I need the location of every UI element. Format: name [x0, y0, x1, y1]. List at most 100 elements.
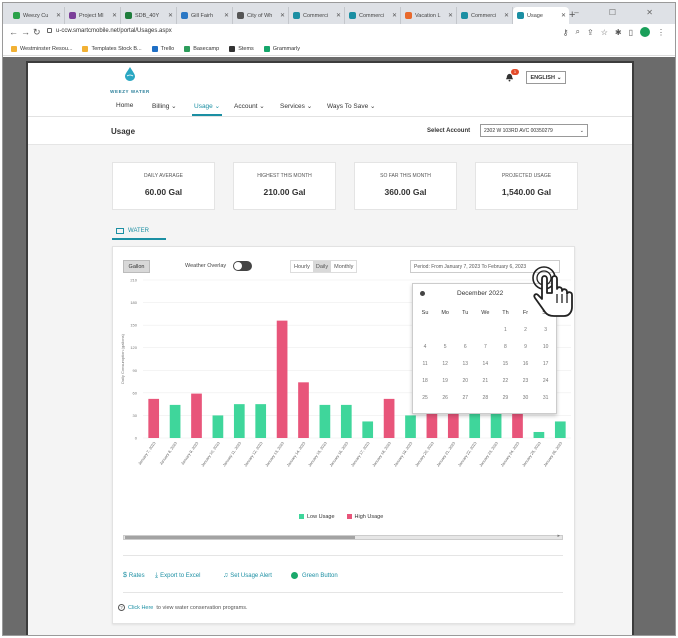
previous-month-icon[interactable] [420, 291, 425, 296]
calendar-day[interactable]: 6 [455, 344, 475, 350]
calendar-day[interactable]: 13 [455, 361, 475, 367]
bookmark-item[interactable]: Templates Stock B... [82, 45, 142, 52]
window-controls[interactable]: – ☐ ✕ [574, 8, 667, 17]
menu-icon[interactable]: ⋮ [657, 28, 665, 37]
calendar-day[interactable]: 29 [495, 395, 515, 401]
bookmark-item[interactable]: Westminster Resou... [11, 45, 72, 52]
browser-tab[interactable]: Commerci ✕ [345, 7, 401, 24]
calendar-day[interactable]: 3 [536, 327, 556, 333]
chart-scrollbar[interactable]: ▸ [123, 533, 563, 540]
calendar-day[interactable]: 15 [495, 361, 515, 367]
forward-icon[interactable]: → [21, 27, 30, 37]
tab-label: Commerci [471, 12, 497, 19]
calendar-day[interactable]: 25 [415, 395, 435, 401]
x-tick-label: January 22, 2023 [457, 441, 477, 467]
zoom-icon[interactable]: ⌕ [576, 27, 580, 37]
calendar-day[interactable]: 8 [495, 344, 515, 350]
bookmark-item[interactable]: Stems [229, 45, 254, 52]
period-daily-button[interactable]: Daily [312, 261, 332, 272]
close-tab-icon[interactable]: ✕ [504, 12, 509, 19]
browser-tab[interactable]: City of Wh ✕ [233, 7, 289, 24]
calendar-day[interactable]: 9 [515, 344, 535, 350]
nav-item-account[interactable]: Account ⌄ [234, 102, 265, 110]
close-tab-icon[interactable]: ✕ [56, 12, 61, 19]
nav-item-services[interactable]: Services ⌄ [280, 102, 312, 110]
browser-tab[interactable]: Commerci ✕ [289, 7, 345, 24]
legend-item[interactable]: Low Usage [299, 514, 335, 520]
calendar-day[interactable]: 26 [435, 395, 455, 401]
browser-tab[interactable]: Usage ✕ [513, 7, 569, 24]
calendar-day[interactable]: 2 [515, 327, 535, 333]
period-hourly-button[interactable]: Hourly [291, 261, 313, 272]
calendar-day[interactable]: 17 [536, 361, 556, 367]
nav-item-usage[interactable]: Usage ⌄ [191, 102, 223, 116]
calendar-day[interactable]: 28 [475, 395, 495, 401]
calendar-day[interactable]: 19 [435, 378, 455, 384]
reload-icon[interactable]: ↻ [33, 27, 41, 38]
legend-item[interactable]: High Usage [346, 514, 383, 520]
chart-bar [533, 431, 545, 438]
calendar-day[interactable]: 30 [515, 395, 535, 401]
close-tab-icon[interactable]: ✕ [224, 12, 229, 19]
rates-link[interactable]: $ Rates [123, 572, 145, 579]
share-icon[interactable]: ⇪ [587, 28, 594, 37]
calendar-day[interactable]: 10 [536, 344, 556, 350]
profile-avatar[interactable] [640, 27, 650, 37]
extensions-icon[interactable]: ✱ [615, 28, 622, 37]
calendar-day[interactable]: 24 [536, 378, 556, 384]
browser-tab[interactable]: Project Ml ✕ [65, 7, 121, 24]
calendar-day[interactable]: 27 [455, 395, 475, 401]
browser-tab[interactable]: Gill Fairh ✕ [177, 7, 233, 24]
close-tab-icon[interactable]: ✕ [448, 12, 453, 19]
browser-tab[interactable]: Vacation L ✕ [401, 7, 457, 24]
calendar-day[interactable]: 7 [475, 344, 495, 350]
click-here-link[interactable]: Click Here [128, 605, 153, 611]
calendar-day[interactable]: 12 [435, 361, 455, 367]
close-tab-icon[interactable]: ✕ [561, 12, 566, 19]
calendar-day[interactable]: 21 [475, 378, 495, 384]
green-button-link[interactable]: Green Button [291, 572, 338, 579]
browser-tab[interactable]: Weezy Cu ✕ [9, 7, 65, 24]
unit-button[interactable]: Gallon [123, 260, 150, 273]
calendar-day[interactable]: 23 [515, 378, 535, 384]
bookmark-item[interactable]: Trello [151, 45, 174, 52]
scroll-right-icon[interactable]: ▸ [557, 533, 560, 539]
usage-alert-link[interactable]: ♫ Set Usage Alert [223, 572, 272, 579]
close-tab-icon[interactable]: ✕ [112, 12, 117, 19]
logo[interactable]: WEEZY WATER [110, 67, 150, 94]
calendar-day[interactable]: 1 [495, 327, 515, 333]
star-icon[interactable]: ☆ [601, 28, 608, 37]
x-tick-label: January 15, 2023 [308, 441, 328, 467]
tab-water[interactable]: WATER [112, 223, 166, 240]
nav-item-home[interactable]: Home [116, 102, 133, 109]
chart-scroll-thumb[interactable] [125, 536, 355, 539]
calendar-day[interactable]: 4 [415, 344, 435, 350]
close-tab-icon[interactable]: ✕ [336, 12, 341, 19]
browser-tab[interactable]: SDB_40Y ✕ [121, 7, 177, 24]
language-dropdown[interactable]: ENGLISH ⌄ [526, 71, 566, 84]
bookmark-item[interactable]: Grammarly [263, 45, 300, 52]
nav-item-ways-to-save[interactable]: Ways To Save ⌄ [327, 102, 375, 110]
calendar-day[interactable]: 11 [415, 361, 435, 367]
url-field[interactable]: u-ccw.smartcmobile.net/portal/Usages.asp… [47, 28, 172, 34]
key-icon[interactable]: ⚷ [563, 28, 569, 37]
bookmark-item[interactable]: Basecamp [184, 45, 219, 52]
export-excel-link[interactable]: ⤓ Export to Excel [155, 572, 200, 580]
calendar-day[interactable]: 5 [435, 344, 455, 350]
close-tab-icon[interactable]: ✕ [280, 12, 285, 19]
calendar-day[interactable]: 31 [536, 395, 556, 401]
close-tab-icon[interactable]: ✕ [392, 12, 397, 19]
nav-item-billing[interactable]: Billing ⌄ [152, 102, 177, 110]
account-select[interactable]: 2302 W 103RD AVC 00350279 ⌄ [480, 124, 588, 137]
calendar-day[interactable]: 16 [515, 361, 535, 367]
calendar-day[interactable]: 20 [455, 378, 475, 384]
calendar-day[interactable]: 14 [475, 361, 495, 367]
weather-overlay-toggle[interactable] [233, 261, 252, 271]
calendar-day[interactable]: 22 [495, 378, 515, 384]
close-tab-icon[interactable]: ✕ [168, 12, 173, 19]
sidebar-icon[interactable]: ▯ [629, 28, 633, 37]
back-icon[interactable]: ← [9, 27, 18, 37]
calendar-day[interactable]: 18 [415, 378, 435, 384]
period-monthly-button[interactable]: Monthly [331, 261, 356, 272]
browser-tab[interactable]: Commerci ✕ [457, 7, 513, 24]
